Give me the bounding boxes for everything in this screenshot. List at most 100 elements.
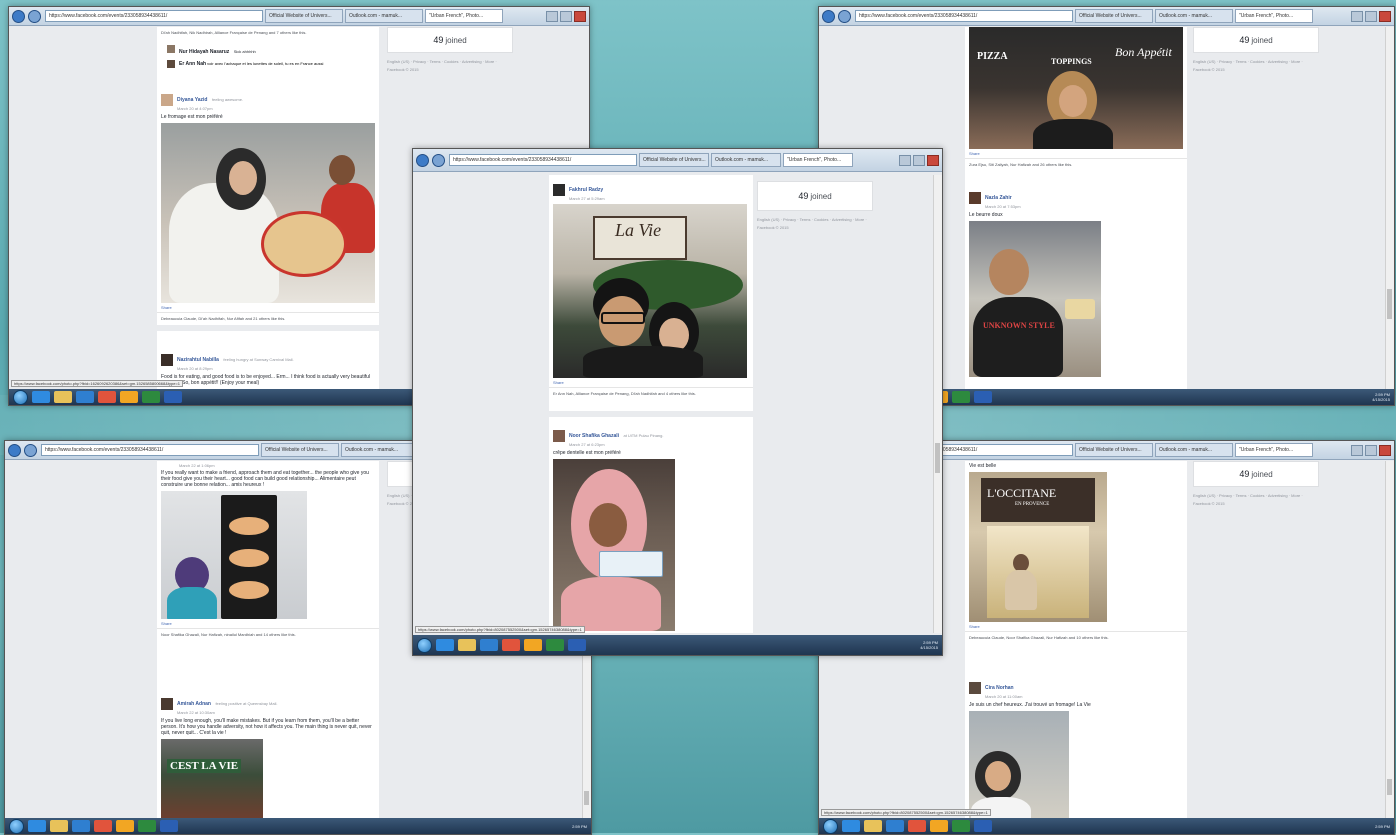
post-author[interactable]: Diyana Yazid (177, 97, 207, 103)
folder-icon[interactable] (458, 639, 476, 651)
maximize-button[interactable] (1365, 444, 1377, 456)
forward-button[interactable] (24, 443, 37, 457)
internet-explorer-icon[interactable] (28, 820, 46, 832)
post-time[interactable]: March 27 at 6:23pm (569, 442, 664, 447)
post-photo[interactable] (553, 459, 675, 631)
scroll-thumb[interactable] (1387, 289, 1392, 319)
start-button[interactable] (823, 818, 838, 834)
word-icon[interactable] (568, 639, 586, 651)
start-button[interactable] (9, 818, 24, 834)
back-button[interactable] (12, 9, 25, 23)
post-photo[interactable] (161, 491, 307, 619)
folder-icon[interactable] (54, 391, 72, 403)
tab-outlook[interactable]: Outlook.com - mamuk... (1155, 443, 1233, 457)
minimize-button[interactable] (1351, 10, 1363, 22)
forward-button[interactable] (838, 9, 851, 23)
post-photo[interactable] (161, 123, 375, 303)
post-author[interactable]: Cira Norhan (985, 685, 1014, 691)
back-button[interactable] (822, 9, 835, 23)
share-link[interactable]: Share (549, 378, 753, 387)
share-link[interactable]: Share (157, 303, 379, 312)
maximize-button[interactable] (1365, 10, 1377, 22)
address-bar[interactable]: https://www.facebook.com/events/23305893… (45, 10, 263, 22)
address-bar[interactable]: https://www.facebook.com/events/23305893… (41, 444, 259, 456)
folder-icon[interactable] (864, 820, 882, 832)
back-button[interactable] (8, 443, 21, 457)
joined-count-box[interactable]: 49joined (757, 181, 873, 211)
excel-icon[interactable] (138, 820, 156, 832)
tab-outlook[interactable]: Outlook.com - mamuk... (341, 443, 419, 457)
scrollbar[interactable] (933, 175, 942, 633)
maximize-button[interactable] (913, 154, 925, 166)
footer-links[interactable]: English (US) · Privacy · Terms · Cookies… (1193, 59, 1319, 65)
post-time[interactable]: March 20 at 7:53pm (985, 204, 1021, 209)
close-button[interactable] (1379, 444, 1391, 456)
app-icon-orange[interactable] (930, 820, 948, 832)
post-time[interactable]: March 27 at 5:29am (569, 196, 605, 201)
forward-button[interactable] (28, 9, 41, 23)
tab-university[interactable]: Official Website of Univers... (265, 9, 343, 23)
comment-author[interactable]: Nur Hidayah Nasaruz (179, 49, 229, 55)
post-time[interactable]: March 20 at 4:07pm (177, 106, 243, 111)
app-icon-orange[interactable] (116, 820, 134, 832)
scroll-thumb[interactable] (935, 443, 940, 473)
tab-urban-french[interactable]: "Urban French", Photo... (1235, 443, 1313, 457)
chrome-icon[interactable] (908, 820, 926, 832)
tab-university[interactable]: Official Website of Univers... (639, 153, 709, 167)
close-button[interactable] (574, 10, 586, 22)
start-button[interactable] (417, 637, 432, 653)
folder-icon[interactable] (50, 820, 68, 832)
post-author[interactable]: Nazla Zahir (985, 195, 1012, 201)
share-link[interactable]: Share (157, 619, 379, 628)
post-photo[interactable]: La Vie (553, 204, 747, 378)
chrome-icon[interactable] (94, 820, 112, 832)
maximize-button[interactable] (560, 10, 572, 22)
tab-outlook[interactable]: Outlook.com - mamuk... (1155, 9, 1233, 23)
chrome-icon[interactable] (502, 639, 520, 651)
internet-explorer-icon[interactable] (436, 639, 454, 651)
clock-time[interactable]: 2:59 PM (572, 824, 587, 829)
post-author[interactable]: Nazirahtul Nabilla (177, 357, 219, 363)
joined-count-box[interactable]: 49joined (1193, 461, 1319, 487)
tab-urban-french[interactable]: "Urban French", Photo... (783, 153, 853, 167)
media-player-icon[interactable] (72, 820, 90, 832)
post-photo[interactable]: UNKNOWN STYLE (969, 221, 1101, 377)
scroll-thumb[interactable] (584, 791, 589, 805)
footer-links[interactable]: English (US) · Privacy · Terms · Cookies… (1193, 493, 1319, 499)
footer-links[interactable]: English (US) · Privacy · Terms · Cookies… (387, 59, 513, 65)
post-photo[interactable]: CEST LA VIE (161, 739, 263, 829)
clock-time[interactable]: 2:59 PM (1375, 824, 1390, 829)
internet-explorer-icon[interactable] (842, 820, 860, 832)
tab-university[interactable]: Official Website of Univers... (1075, 443, 1153, 457)
joined-count-box[interactable]: 49joined (387, 27, 513, 53)
word-icon[interactable] (974, 820, 992, 832)
joined-count-box[interactable]: 49joined (1193, 27, 1319, 53)
close-button[interactable] (1379, 10, 1391, 22)
post-photo[interactable]: PIZZA TOPPINGS Bon Appétit (969, 27, 1183, 149)
chrome-icon[interactable] (98, 391, 116, 403)
excel-icon[interactable] (546, 639, 564, 651)
address-bar[interactable]: https://www.facebook.com/events/23305893… (855, 10, 1073, 22)
minimize-button[interactable] (899, 154, 911, 166)
post-photo[interactable]: L'OCCITANE EN PROVENCE (969, 472, 1107, 622)
post-author[interactable]: Noor Shafika Ghazali (569, 433, 619, 439)
minimize-button[interactable] (546, 10, 558, 22)
word-icon[interactable] (164, 391, 182, 403)
address-bar[interactable]: https://www.facebook.com/events/23305893… (449, 154, 637, 166)
scroll-thumb[interactable] (1387, 779, 1392, 795)
tab-urban-french[interactable]: "Urban French", Photo... (1235, 9, 1313, 23)
scrollbar[interactable] (1385, 461, 1394, 821)
post-author[interactable]: Fakhrul Radzy (569, 187, 603, 193)
tab-university[interactable]: Official Website of Univers... (261, 443, 339, 457)
excel-icon[interactable] (952, 820, 970, 832)
post-author[interactable]: Amirah Adnan (177, 701, 211, 707)
app-icon-orange[interactable] (524, 639, 542, 651)
app-icon-orange[interactable] (120, 391, 138, 403)
close-button[interactable] (927, 154, 939, 166)
post-time[interactable]: March 20 at 11:00am (985, 694, 1023, 699)
start-button[interactable] (13, 389, 28, 405)
media-player-icon[interactable] (886, 820, 904, 832)
tab-outlook[interactable]: Outlook.com - mamuk... (711, 153, 781, 167)
internet-explorer-icon[interactable] (32, 391, 50, 403)
media-player-icon[interactable] (480, 639, 498, 651)
